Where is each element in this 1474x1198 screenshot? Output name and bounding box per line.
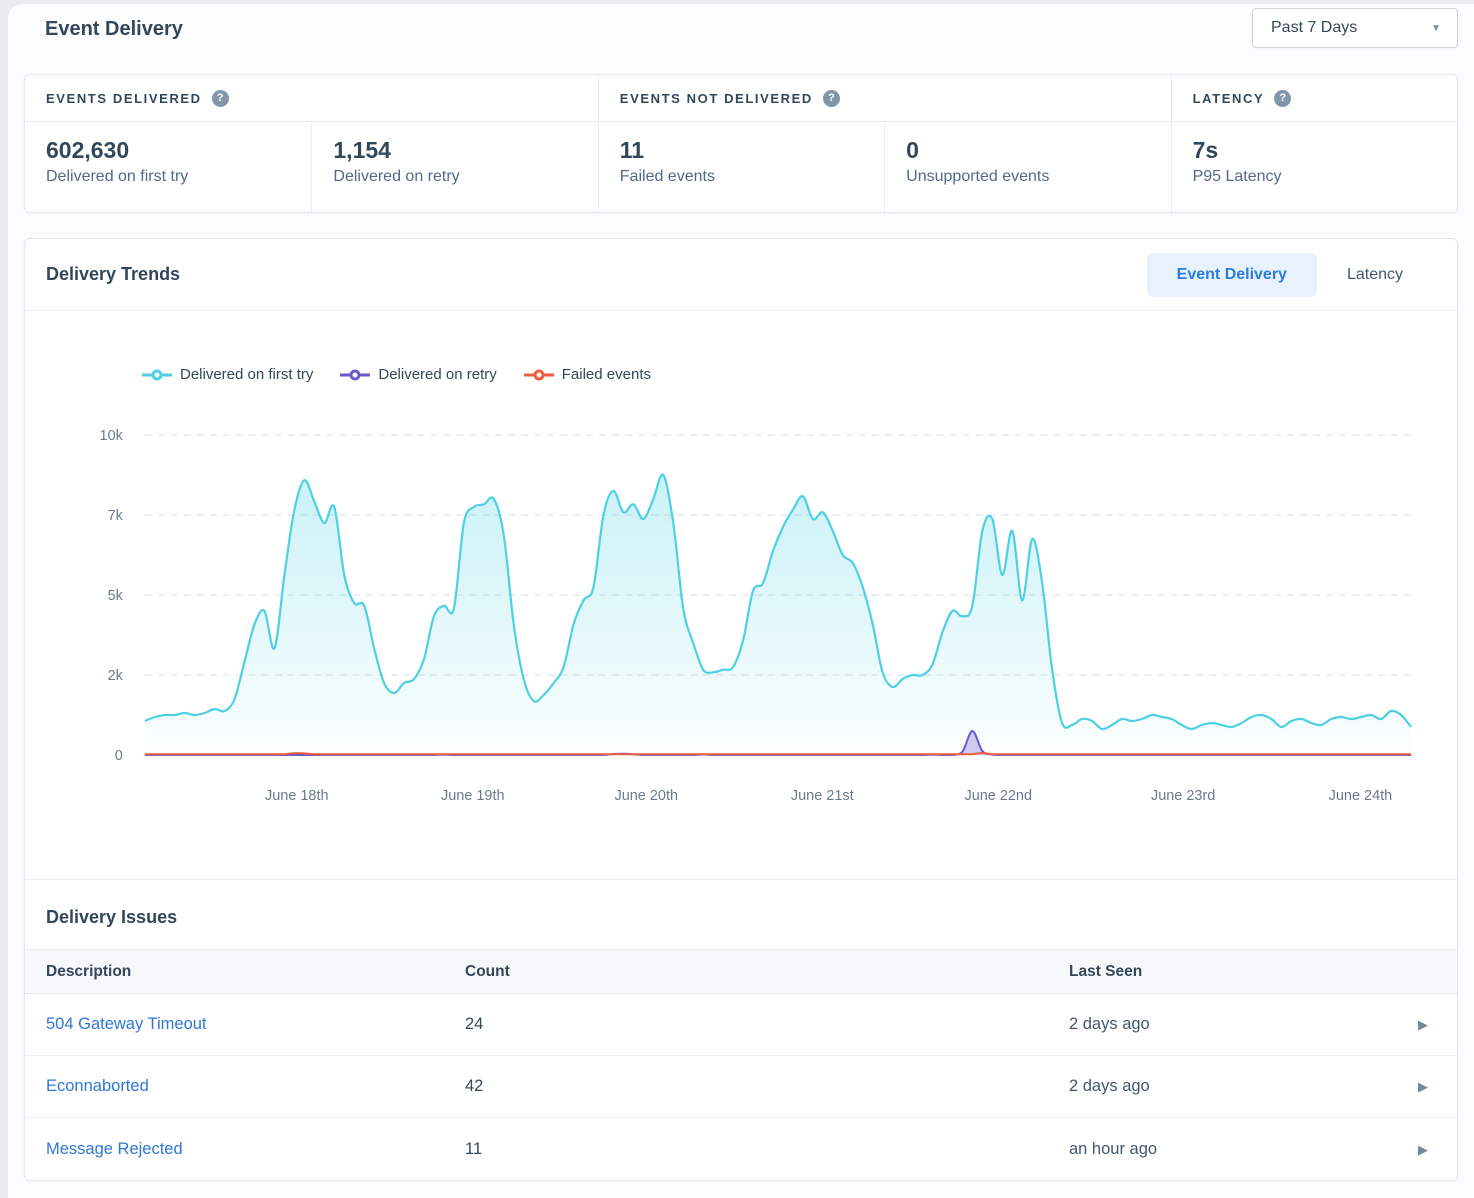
delivery-issues-section: Delivery Issues Description Count Last S… — [25, 879, 1457, 1180]
table-row[interactable]: 504 Gateway Timeout 24 2 days ago ▶ — [25, 994, 1457, 1056]
svg-text:June 22nd: June 22nd — [964, 788, 1032, 804]
column-header-count: Count — [465, 963, 1069, 981]
svg-text:June 20th: June 20th — [615, 788, 679, 804]
stats-group-label: EVENTS DELIVERED — [46, 91, 202, 106]
page-header: Event Delivery Past 7 Days ▼ — [24, 4, 1458, 74]
svg-text:June 21st: June 21st — [791, 788, 854, 804]
issue-count: 11 — [465, 1140, 1069, 1159]
stats-group-label: LATENCY — [1193, 91, 1265, 106]
summary-stats-card: EVENTS DELIVERED ? EVENTS NOT DELIVERED … — [24, 74, 1458, 213]
metric-delivered-first-try: 602,630 Delivered on first try — [25, 122, 311, 212]
trends-tab-group: Event Delivery Latency — [1147, 253, 1433, 297]
metric-unsupported-events: 0 Unsupported events — [884, 122, 1170, 212]
chevron-right-icon[interactable]: ▶ — [1401, 1143, 1457, 1156]
column-header-description: Description — [25, 963, 465, 981]
svg-text:June 23rd: June 23rd — [1151, 788, 1215, 804]
stats-header-row: EVENTS DELIVERED ? EVENTS NOT DELIVERED … — [25, 75, 1457, 122]
issues-title: Delivery Issues — [25, 880, 1457, 949]
stats-values-row: 602,630 Delivered on first try 1,154 Del… — [25, 122, 1457, 212]
issue-last-seen: 2 days ago — [1069, 1015, 1401, 1034]
metric-label: Unsupported events — [906, 168, 1170, 186]
tab-event-delivery[interactable]: Event Delivery — [1147, 253, 1317, 297]
svg-text:June 24th: June 24th — [1329, 788, 1393, 804]
chevron-right-icon[interactable]: ▶ — [1401, 1080, 1457, 1093]
svg-text:10k: 10k — [100, 428, 124, 444]
metric-failed-events: 11 Failed events — [598, 122, 884, 212]
help-icon[interactable]: ? — [212, 90, 229, 107]
issue-link[interactable]: Message Rejected — [25, 1140, 465, 1159]
stats-group-label: EVENTS NOT DELIVERED — [620, 91, 813, 106]
issue-link[interactable]: Econnaborted — [25, 1077, 465, 1096]
trends-header: Delivery Trends Event Delivery Latency — [25, 239, 1457, 311]
metric-delivered-retry: 1,154 Delivered on retry — [311, 122, 597, 212]
svg-text:5k: 5k — [108, 588, 124, 604]
issue-last-seen: 2 days ago — [1069, 1077, 1401, 1096]
issue-count: 24 — [465, 1015, 1069, 1034]
caret-down-icon: ▼ — [1431, 23, 1441, 34]
metric-value: 1,154 — [333, 137, 597, 164]
metric-label: Failed events — [620, 168, 884, 186]
svg-text:0: 0 — [115, 748, 123, 764]
svg-text:June 18th: June 18th — [265, 788, 329, 804]
help-icon[interactable]: ? — [1274, 90, 1291, 107]
issues-table-header: Description Count Last Seen — [25, 949, 1457, 994]
delivery-trends-chart[interactable]: 0 2k 5k 7k 10k June 18th June 19th June 20th Jun… — [25, 311, 1457, 879]
column-header-last-seen: Last Seen — [1069, 963, 1401, 981]
metric-value: 0 — [906, 137, 1170, 164]
stats-group-events-delivered: EVENTS DELIVERED ? — [25, 75, 598, 121]
metric-label: Delivered on first try — [46, 168, 311, 186]
svg-text:2k: 2k — [108, 668, 124, 684]
svg-text:June 19th: June 19th — [441, 788, 505, 804]
issue-link[interactable]: 504 Gateway Timeout — [25, 1015, 465, 1034]
trends-title: Delivery Trends — [46, 264, 180, 285]
metric-value: 11 — [620, 137, 884, 164]
stats-group-latency: LATENCY ? — [1171, 75, 1457, 121]
tab-latency[interactable]: Latency — [1317, 253, 1433, 297]
table-row[interactable]: Econnaborted 42 2 days ago ▶ — [25, 1056, 1457, 1118]
event-delivery-page: Event Delivery Past 7 Days ▼ EVENTS DELI… — [8, 4, 1474, 1198]
page-title: Event Delivery — [45, 18, 183, 41]
table-row[interactable]: Message Rejected 11 an hour ago ▶ — [25, 1118, 1457, 1180]
stats-group-events-not-delivered: EVENTS NOT DELIVERED ? — [598, 75, 1171, 121]
delivery-trends-card: Delivery Trends Event Delivery Latency D… — [24, 238, 1458, 1181]
chart-area: Delivered on first tryDelivered on retry… — [25, 311, 1457, 879]
help-icon[interactable]: ? — [823, 90, 840, 107]
metric-label: P95 Latency — [1193, 168, 1457, 186]
metric-value: 7s — [1193, 137, 1457, 164]
issue-last-seen: an hour ago — [1069, 1140, 1401, 1159]
metric-p95-latency: 7s P95 Latency — [1171, 122, 1457, 212]
date-range-select[interactable]: Past 7 Days ▼ — [1252, 8, 1458, 48]
issue-count: 42 — [465, 1077, 1069, 1096]
chevron-right-icon[interactable]: ▶ — [1401, 1018, 1457, 1031]
date-range-value: Past 7 Days — [1271, 19, 1357, 37]
svg-text:7k: 7k — [108, 508, 124, 524]
metric-value: 602,630 — [46, 137, 311, 164]
metric-label: Delivered on retry — [333, 168, 597, 186]
